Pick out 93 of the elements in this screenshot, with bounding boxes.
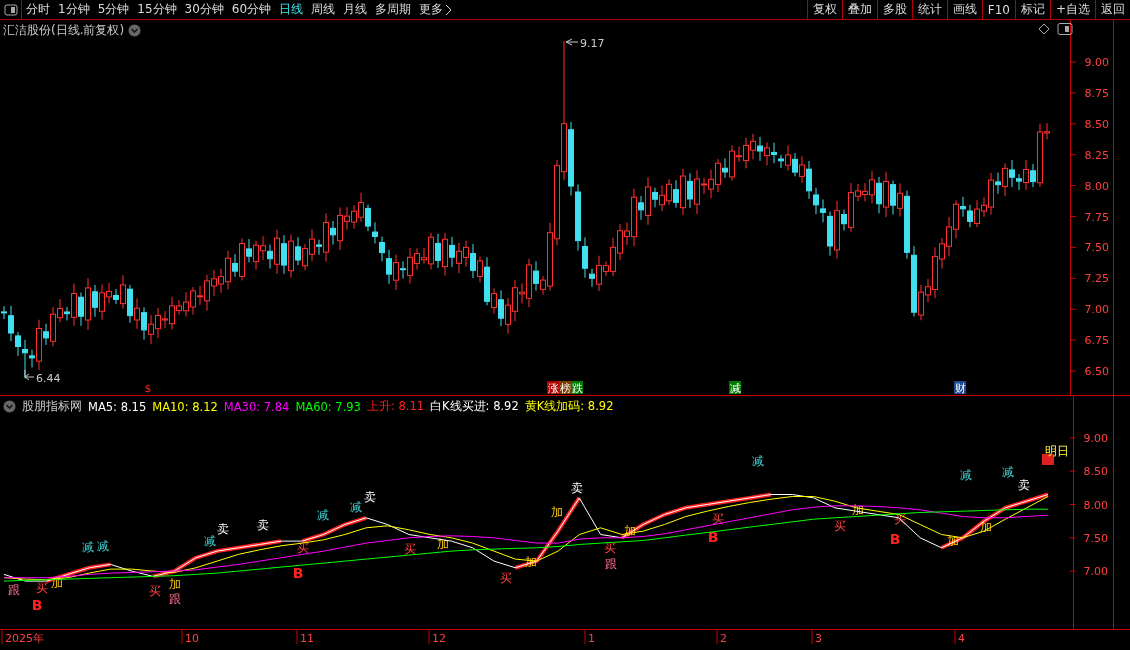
high-price-label: 9.17 (580, 37, 605, 50)
axis-label: 7.00 (1084, 303, 1109, 317)
legend-value: 上升: 8.11 (366, 399, 425, 414)
add-signal: 加 (624, 524, 636, 538)
reduce-signal: 减 (960, 468, 972, 482)
axis-label: 8.00 (1084, 179, 1109, 193)
sell-signal: 卖 (571, 481, 583, 495)
axis-label: 8.25 (1084, 148, 1109, 162)
axis-label: 8.50 (1083, 465, 1108, 479)
axis-label: 7.25 (1084, 272, 1109, 286)
period-tab[interactable]: 更多 (415, 1, 448, 18)
diamond-icon[interactable] (1038, 23, 1050, 35)
legend-value: 白K线买进: 8.92 (430, 399, 519, 414)
sell-signal: 卖 (1018, 478, 1030, 492)
axis-label: 8.75 (1084, 86, 1109, 100)
sell-signal: 卖 (257, 518, 269, 532)
legend-value: MA10: 8.12 (152, 399, 218, 414)
dropdown-icon[interactable] (128, 24, 142, 37)
event-tag[interactable]: 涨 (547, 381, 559, 395)
follow-signal: 跟 (169, 592, 181, 606)
b-signal: B (707, 529, 719, 545)
time-label: 11 (300, 632, 314, 645)
event-tag[interactable]: 减 (729, 381, 741, 395)
buy-signal: 买 (500, 571, 512, 585)
chart-title: 汇洁股份(日线.前复权) (3, 22, 125, 39)
leader-line (565, 38, 579, 46)
time-label: 2025年 (5, 632, 44, 645)
buy-signal: 买 (149, 584, 161, 598)
leader-line (24, 369, 35, 381)
chevron-right-icon (445, 3, 454, 16)
period-tab[interactable]: 多周期 (371, 1, 416, 18)
period-tab[interactable]: 1分钟 (54, 1, 94, 18)
add-signal: 加 (169, 577, 181, 591)
b-signal: B (889, 531, 901, 547)
axis-label: 7.00 (1083, 565, 1108, 579)
axis-label: 6.75 (1084, 334, 1109, 348)
period-tab[interactable]: 日线 (275, 1, 308, 18)
legend-value: MA30: 7.84 (223, 399, 290, 414)
period-tab[interactable]: 60分钟 (227, 1, 276, 18)
add-signal: 加 (437, 537, 449, 551)
buy-signal: 买 (36, 581, 48, 595)
sell-signal: 卖 (217, 522, 229, 536)
buy-signal: 买 (297, 541, 309, 555)
reduce-signal: 减 (204, 534, 216, 548)
period-tab[interactable]: 15分钟 (133, 1, 181, 18)
period-tab[interactable]: 分时 (22, 1, 54, 18)
low-price-label: 6.44 (36, 372, 61, 385)
legend-value: MA60: 7.93 (295, 399, 361, 414)
buy-signal: 买 (712, 512, 724, 526)
buy-signal: 买 (604, 541, 616, 555)
indicator-name: 股朋指标网 (22, 398, 82, 415)
buy-signal: 买 (834, 519, 846, 533)
axis-label: 7.50 (1084, 241, 1109, 255)
event-tag[interactable]: $ (144, 382, 152, 395)
add-signal: 加 (947, 534, 959, 548)
period-tab[interactable]: 30分钟 (180, 1, 228, 18)
sell-signal: 卖 (364, 490, 376, 504)
buy-signal: 买 (404, 542, 416, 556)
legend-value: MA5: 8.15 (88, 399, 147, 414)
follow-signal: 跟 (8, 583, 20, 597)
axis-label: 8.00 (1083, 498, 1108, 512)
reduce-signal: 减 (1002, 465, 1014, 479)
reduce-signal: 减 (350, 500, 362, 514)
axis-label: 6.50 (1084, 365, 1109, 378)
panel-icon (3, 3, 18, 16)
axis-label: 9.00 (1083, 431, 1108, 445)
time-label: 12 (432, 632, 446, 645)
time-label: 4 (958, 632, 965, 645)
axis-label: 7.75 (1084, 210, 1109, 224)
panel-icon[interactable] (1057, 23, 1073, 35)
axis-label: 7.50 (1083, 531, 1108, 545)
axis-label: 9.00 (1084, 56, 1109, 69)
period-tab[interactable]: 5分钟 (93, 1, 134, 18)
reduce-signal: 减 (317, 508, 329, 522)
reduce-signal: 减 (97, 539, 109, 553)
legend-value: 黄K线加码: 8.92 (524, 399, 614, 414)
time-label: 1 (588, 632, 595, 645)
event-tag[interactable]: 榜 (559, 381, 571, 395)
b-signal: B (31, 597, 43, 613)
period-tab[interactable]: 月线 (339, 1, 372, 18)
period-tab[interactable]: 周线 (307, 1, 340, 18)
time-label: 2 (720, 632, 727, 645)
time-label: 10 (185, 632, 199, 645)
event-tag[interactable]: 财 (954, 381, 966, 395)
dropdown-icon[interactable] (3, 400, 16, 413)
event-tag[interactable]: 跌 (571, 381, 583, 395)
reduce-signal: 减 (82, 540, 94, 554)
time-label: 3 (815, 632, 822, 645)
add-signal: 加 (551, 505, 563, 519)
follow-signal: 跟 (605, 557, 617, 571)
b-signal: B (292, 565, 304, 581)
reduce-signal: 减 (752, 454, 764, 468)
axis-label: 8.50 (1084, 117, 1109, 131)
